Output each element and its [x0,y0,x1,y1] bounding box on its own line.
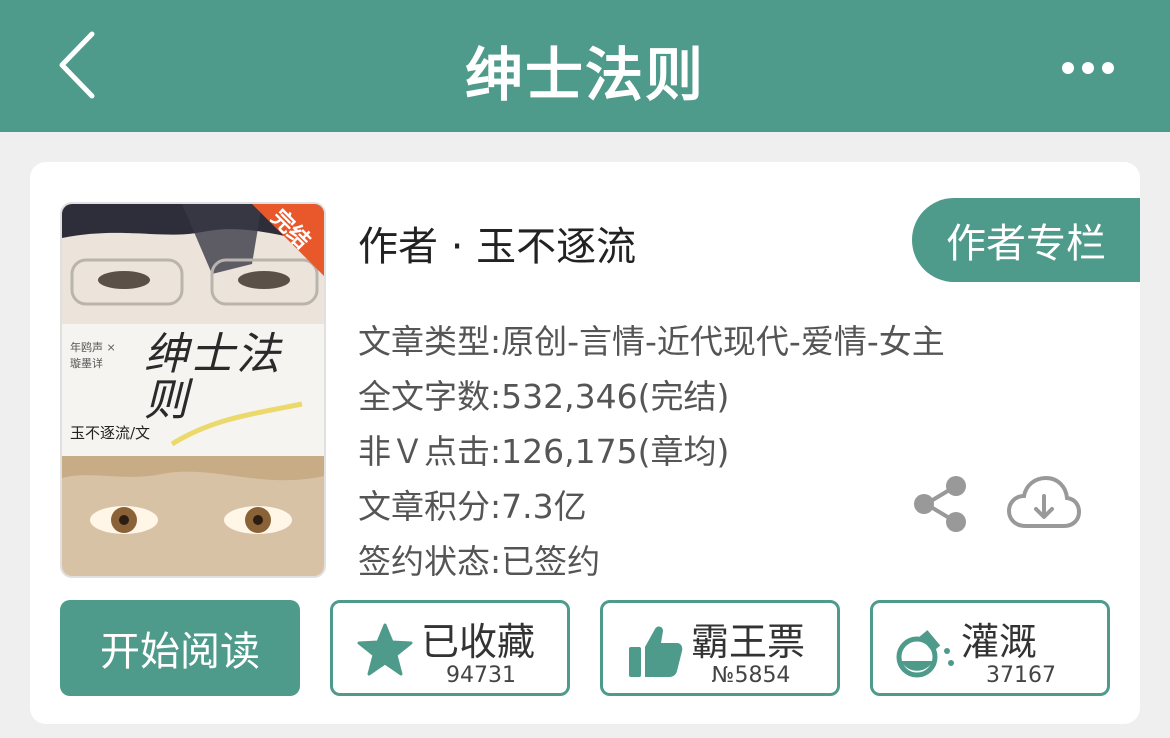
thumbs-up-icon [629,626,683,677]
cover-credits: 年鸥声 × 璇墨详 [70,341,116,370]
info-genre: 文章类型:原创-言情-近代现代-爱情-女主 [358,322,945,361]
nutrient-button[interactable]: 灌溉 37167 [870,600,1110,696]
author-name[interactable]: 作者 · 玉不逐流 [358,214,636,272]
favorite-button[interactable]: 已收藏 94731 [330,600,570,696]
book-info-list: 文章类型:原创-言情-近代现代-爱情-女主 全文字数:532,346(完结) 非… [358,314,945,589]
cover-calligraphy: 绅士法则 [144,329,282,426]
favorite-label: 已收藏 [421,620,536,664]
share-button[interactable] [912,474,968,534]
download-button[interactable] [1006,474,1082,534]
favorite-count: 94731 [446,663,516,688]
vote-label: 霸王票 [691,620,806,664]
page-title: 绅士法则 [464,41,705,109]
vote-button[interactable]: 霸王票 №5854 [600,600,840,696]
info-contract: 签约状态:已签约 [358,542,601,581]
more-horizontal-icon [1062,62,1114,74]
share-icon [914,476,966,532]
cloud-download-icon [1006,475,1082,528]
flask-icon [896,630,954,678]
star-icon [357,623,413,676]
nutrient-count: 37167 [986,663,1056,688]
vote-count: №5854 [711,663,791,688]
book-cover[interactable]: 完结 绅士法则 年鸥声 × 璇墨详 玉不逐流/文 [60,202,326,578]
author-column-button[interactable]: 作者专栏 [912,198,1140,282]
top-bar: 绅士法则 [0,0,1170,132]
cover-author: 玉不逐流/文 [70,424,151,442]
start-reading-button[interactable]: 开始阅读 [60,600,300,696]
info-word-count: 全文字数:532,346(完结) [358,377,730,416]
info-clicks: 非Ｖ点击:126,175(章均) [358,432,730,471]
more-button[interactable] [1058,40,1118,90]
nutrient-label: 灌溉 [961,620,1038,664]
book-info-card: 完结 绅士法则 年鸥声 × 璇墨详 玉不逐流/文 作者 · 玉不逐流 作者专栏 … [30,162,1140,724]
info-score: 文章积分:7.3亿 [358,487,587,526]
